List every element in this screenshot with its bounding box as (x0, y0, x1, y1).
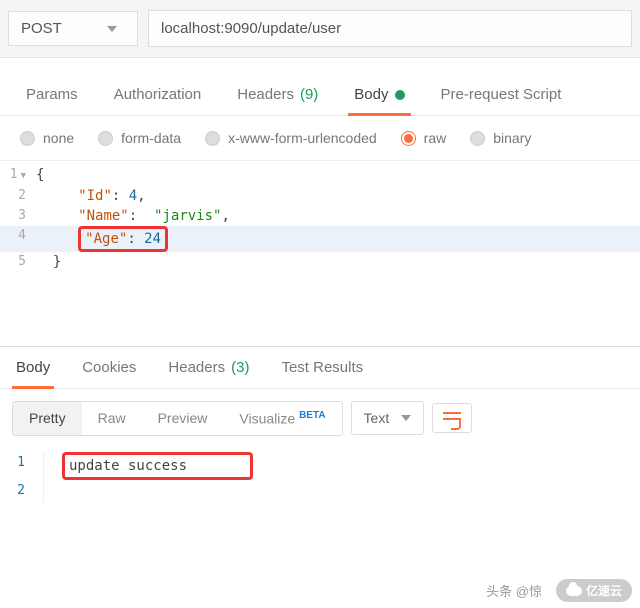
resp-tab-headers[interactable]: Headers (3) (152, 347, 265, 388)
radio-icon (98, 131, 113, 146)
radio-xwww[interactable]: x-www-form-urlencoded (195, 130, 387, 146)
highlight-box: "Age": 24 (78, 226, 168, 252)
radio-raw[interactable]: raw (391, 130, 457, 146)
tab-prerequest[interactable]: Pre-request Script (423, 76, 580, 115)
wrap-icon (443, 410, 461, 426)
request-bar: POST localhost:9090/update/user (0, 0, 640, 58)
tab-headers-label: Headers (237, 86, 294, 103)
format-select[interactable]: Text (351, 401, 425, 435)
wrap-button[interactable] (432, 403, 472, 433)
cloud-badge: 亿速云 (556, 579, 632, 602)
method-select[interactable]: POST (8, 11, 138, 46)
tab-params[interactable]: Params (8, 76, 96, 115)
btn-pretty[interactable]: Pretty (13, 402, 82, 435)
chevron-down-icon (107, 26, 117, 32)
view-mode-group: Pretty Raw Preview Visualize BETA (12, 401, 343, 436)
method-value: POST (21, 20, 62, 37)
response-toolbar: Pretty Raw Preview Visualize BETA Text (0, 389, 640, 448)
radio-none[interactable]: none (10, 130, 84, 146)
request-tabs: Params Authorization Headers (9) Body Pr… (0, 76, 640, 116)
radio-binary[interactable]: binary (460, 130, 541, 146)
btn-visualize[interactable]: Visualize BETA (223, 402, 341, 435)
btn-preview[interactable]: Preview (142, 402, 224, 435)
resp-tab-body[interactable]: Body (0, 347, 66, 388)
radio-formdata[interactable]: form-data (88, 130, 191, 146)
resp-tab-cookies[interactable]: Cookies (66, 347, 152, 388)
body-dot-icon (395, 90, 405, 100)
radio-icon (205, 131, 220, 146)
response-tabs: Body Cookies Headers (3) Test Results (0, 347, 640, 389)
tab-authorization[interactable]: Authorization (96, 76, 220, 115)
request-body-editor[interactable]: 1▼{ 2 "Id": 4, 3 "Name": "jarvis", 4 "Ag… (0, 161, 640, 276)
radio-icon (20, 131, 35, 146)
response-section: Body Cookies Headers (3) Test Results Pr… (0, 346, 640, 506)
chevron-down-icon (401, 415, 411, 421)
url-input[interactable]: localhost:9090/update/user (148, 10, 632, 47)
resp-tab-testresults[interactable]: Test Results (265, 347, 379, 388)
cloud-icon (566, 586, 582, 596)
radio-icon (401, 131, 416, 146)
response-body-editor[interactable]: 1update success 2 (0, 448, 640, 506)
highlight-box: update success (62, 452, 253, 480)
headers-count: (9) (300, 86, 318, 103)
tab-body[interactable]: Body (336, 76, 422, 115)
tab-body-label: Body (354, 86, 388, 103)
body-type-radios: none form-data x-www-form-urlencoded raw… (0, 116, 640, 161)
tab-headers[interactable]: Headers (9) (219, 76, 336, 115)
watermark: 头条 @惊 亿速云 (486, 579, 632, 602)
radio-icon (470, 131, 485, 146)
btn-raw[interactable]: Raw (82, 402, 142, 435)
